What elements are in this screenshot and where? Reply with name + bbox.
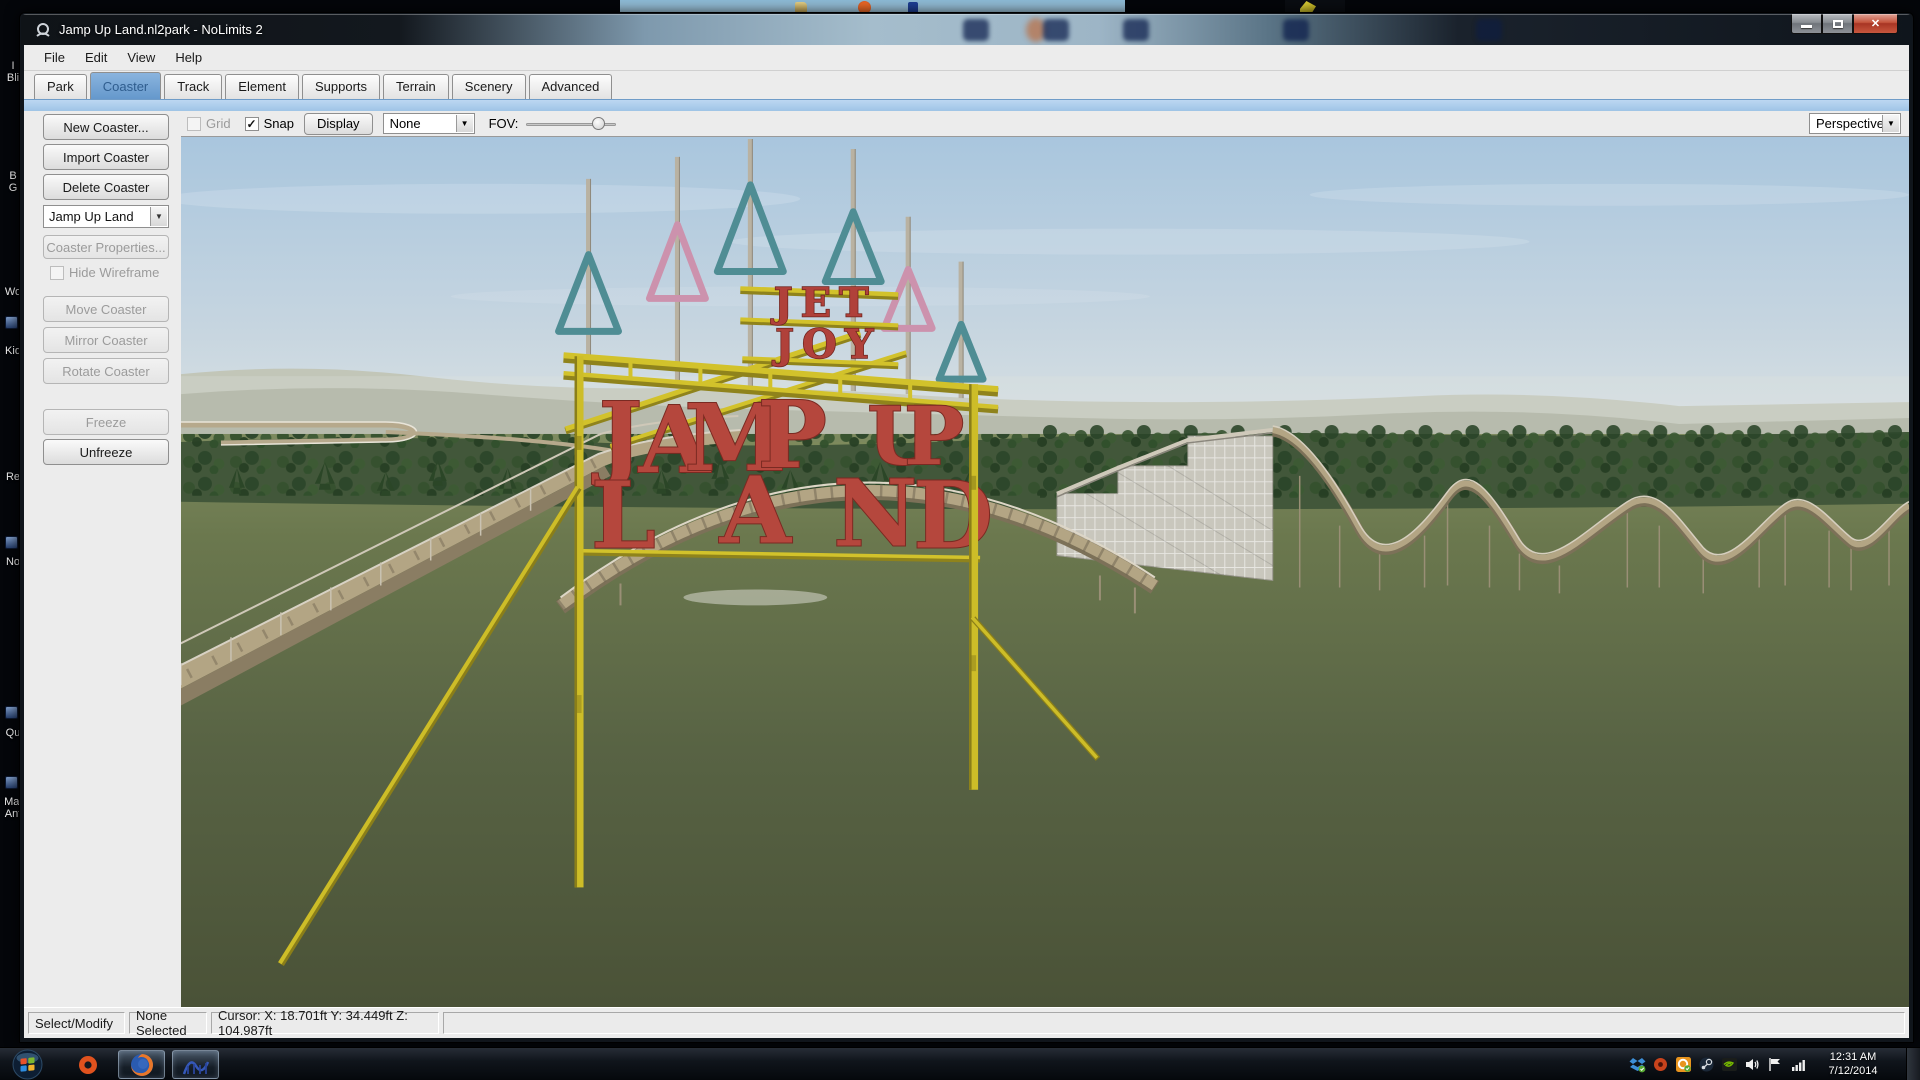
glass-reflection	[963, 19, 989, 41]
minimize-button[interactable]	[1791, 14, 1822, 34]
gate-letter: L	[591, 462, 656, 570]
tab-accent-strip	[24, 99, 1909, 111]
taskbar-origin[interactable]	[64, 1050, 111, 1079]
glass-reflection	[1043, 19, 1069, 41]
dropbox-icon[interactable]	[1629, 1056, 1646, 1073]
freeze-button[interactable]: Freeze	[43, 409, 169, 435]
coaster-select-value: Jamp Up Land	[44, 209, 134, 224]
desktop-icon[interactable]	[5, 536, 18, 549]
viewport-container: JET JOY J A M P U P L A N D	[181, 136, 1909, 1007]
projection-select[interactable]: Perspective ▼	[1809, 113, 1901, 134]
chevron-down-icon[interactable]: ▼	[1882, 115, 1899, 132]
close-button[interactable]: ✕	[1853, 14, 1898, 34]
tab-supports[interactable]: Supports	[302, 74, 380, 99]
status-extra	[443, 1012, 1905, 1034]
volume-icon[interactable]	[1744, 1056, 1761, 1073]
plaza	[683, 589, 827, 605]
fov-slider-thumb[interactable]	[592, 117, 605, 130]
gate-letter: A	[719, 457, 793, 565]
mode-select-value: None	[390, 116, 421, 131]
nvidia-icon[interactable]	[1721, 1056, 1738, 1073]
origin-tray-icon[interactable]	[1652, 1056, 1669, 1073]
projection-select-value: Perspective	[1816, 116, 1884, 131]
snap-checkbox[interactable]: ✓	[245, 117, 259, 131]
hide-wireframe-label: Hide Wireframe	[69, 265, 159, 280]
import-coaster-button[interactable]: Import Coaster	[43, 144, 169, 170]
tab-coaster[interactable]: Coaster	[90, 72, 162, 99]
window-title: Jamp Up Land.nl2park - NoLimits 2	[59, 22, 263, 37]
move-coaster-button[interactable]: Move Coaster	[43, 296, 169, 322]
tab-bar: Park Coaster Track Element Supports Terr…	[24, 71, 1909, 99]
gate-letter: N	[833, 460, 917, 568]
chevron-down-icon[interactable]: ▼	[150, 207, 167, 226]
app-icon	[35, 22, 51, 38]
hide-wireframe-checkbox-row[interactable]: Hide Wireframe	[50, 265, 159, 280]
maximize-button[interactable]	[1822, 14, 1853, 34]
coaster-select[interactable]: Jamp Up Land ▼	[43, 205, 169, 228]
snap-label: Snap	[264, 116, 294, 131]
viewport-toolbar: Grid ✓ Snap Display None ▼ FOV:	[181, 111, 1909, 136]
tab-park[interactable]: Park	[34, 74, 87, 99]
delete-coaster-button[interactable]: Delete Coaster	[43, 174, 169, 200]
gate-sign-joy: JOY	[772, 322, 881, 368]
tab-scenery[interactable]: Scenery	[452, 74, 526, 99]
new-coaster-button[interactable]: New Coaster...	[43, 114, 169, 140]
firefox-icon	[129, 1052, 155, 1078]
menu-edit[interactable]: Edit	[75, 47, 117, 68]
coaster-properties-button[interactable]: Coaster Properties...	[43, 235, 169, 259]
clock-time: 12:31 AM	[1818, 1050, 1888, 1064]
origin-icon	[76, 1053, 100, 1077]
nolimits2-window: Jamp Up Land.nl2park - NoLimits 2 ✕ File…	[19, 12, 1914, 1043]
desktop-icon[interactable]	[5, 316, 18, 329]
gate-sign-jet: JET	[771, 280, 877, 326]
action-center-icon[interactable]	[1767, 1056, 1784, 1073]
status-bar: Select/Modify None Selected Cursor: X: 1…	[24, 1007, 1909, 1038]
start-button[interactable]	[12, 1049, 43, 1080]
taskbar: 12:31 AM 7/12/2014	[0, 1047, 1920, 1080]
mirror-coaster-button[interactable]: Mirror Coaster	[43, 327, 169, 353]
status-cursor: Cursor: X: 18.701ft Y: 34.449ft Z: 104.9…	[211, 1012, 439, 1034]
tab-track[interactable]: Track	[164, 74, 222, 99]
taskbar-nolimits2[interactable]	[172, 1050, 219, 1079]
clock-date: 7/12/2014	[1818, 1064, 1888, 1078]
mode-select[interactable]: None ▼	[383, 113, 475, 134]
menu-view[interactable]: View	[117, 47, 165, 68]
show-desktop-button[interactable]	[1906, 1048, 1920, 1080]
chevron-down-icon[interactable]: ▼	[456, 115, 473, 132]
glass-reflection	[1123, 19, 1149, 41]
menu-help[interactable]: Help	[165, 47, 212, 68]
network-icon[interactable]	[1790, 1056, 1807, 1073]
rotate-coaster-button[interactable]: Rotate Coaster	[43, 358, 169, 384]
tab-terrain[interactable]: Terrain	[383, 74, 449, 99]
desktop-icon[interactable]	[5, 776, 18, 789]
status-selection: None Selected	[129, 1012, 207, 1034]
menu-bar: File Edit View Help	[24, 45, 1909, 71]
fov-label: FOV:	[489, 116, 519, 131]
unfreeze-button[interactable]: Unfreeze	[43, 439, 169, 465]
3d-viewport[interactable]: JET JOY J A M P U P L A N D	[181, 137, 1909, 1007]
nolimits2-icon	[182, 1052, 210, 1078]
desktop-icon[interactable]	[5, 706, 18, 719]
grid-checkbox[interactable]	[187, 117, 201, 131]
grid-label: Grid	[206, 116, 231, 131]
menu-file[interactable]: File	[34, 47, 75, 68]
taskbar-clock[interactable]: 12:31 AM 7/12/2014	[1818, 1050, 1888, 1078]
glass-reflection	[1283, 19, 1309, 41]
taskbar-firefox[interactable]	[118, 1050, 165, 1079]
fov-slider[interactable]	[526, 117, 616, 131]
gate-letter: D	[913, 462, 993, 570]
updater-icon[interactable]	[1675, 1056, 1692, 1073]
tab-element[interactable]: Element	[225, 74, 299, 99]
steam-icon[interactable]	[1698, 1056, 1715, 1073]
glass-reflection	[1476, 19, 1502, 41]
display-button[interactable]: Display	[304, 113, 373, 135]
coaster-sidebar: New Coaster... Import Coaster Delete Coa…	[24, 111, 181, 1007]
tab-advanced[interactable]: Advanced	[529, 74, 613, 99]
title-bar[interactable]: Jamp Up Land.nl2park - NoLimits 2 ✕	[21, 14, 1912, 45]
status-mode: Select/Modify	[28, 1012, 125, 1034]
hide-wireframe-checkbox[interactable]	[50, 266, 64, 280]
